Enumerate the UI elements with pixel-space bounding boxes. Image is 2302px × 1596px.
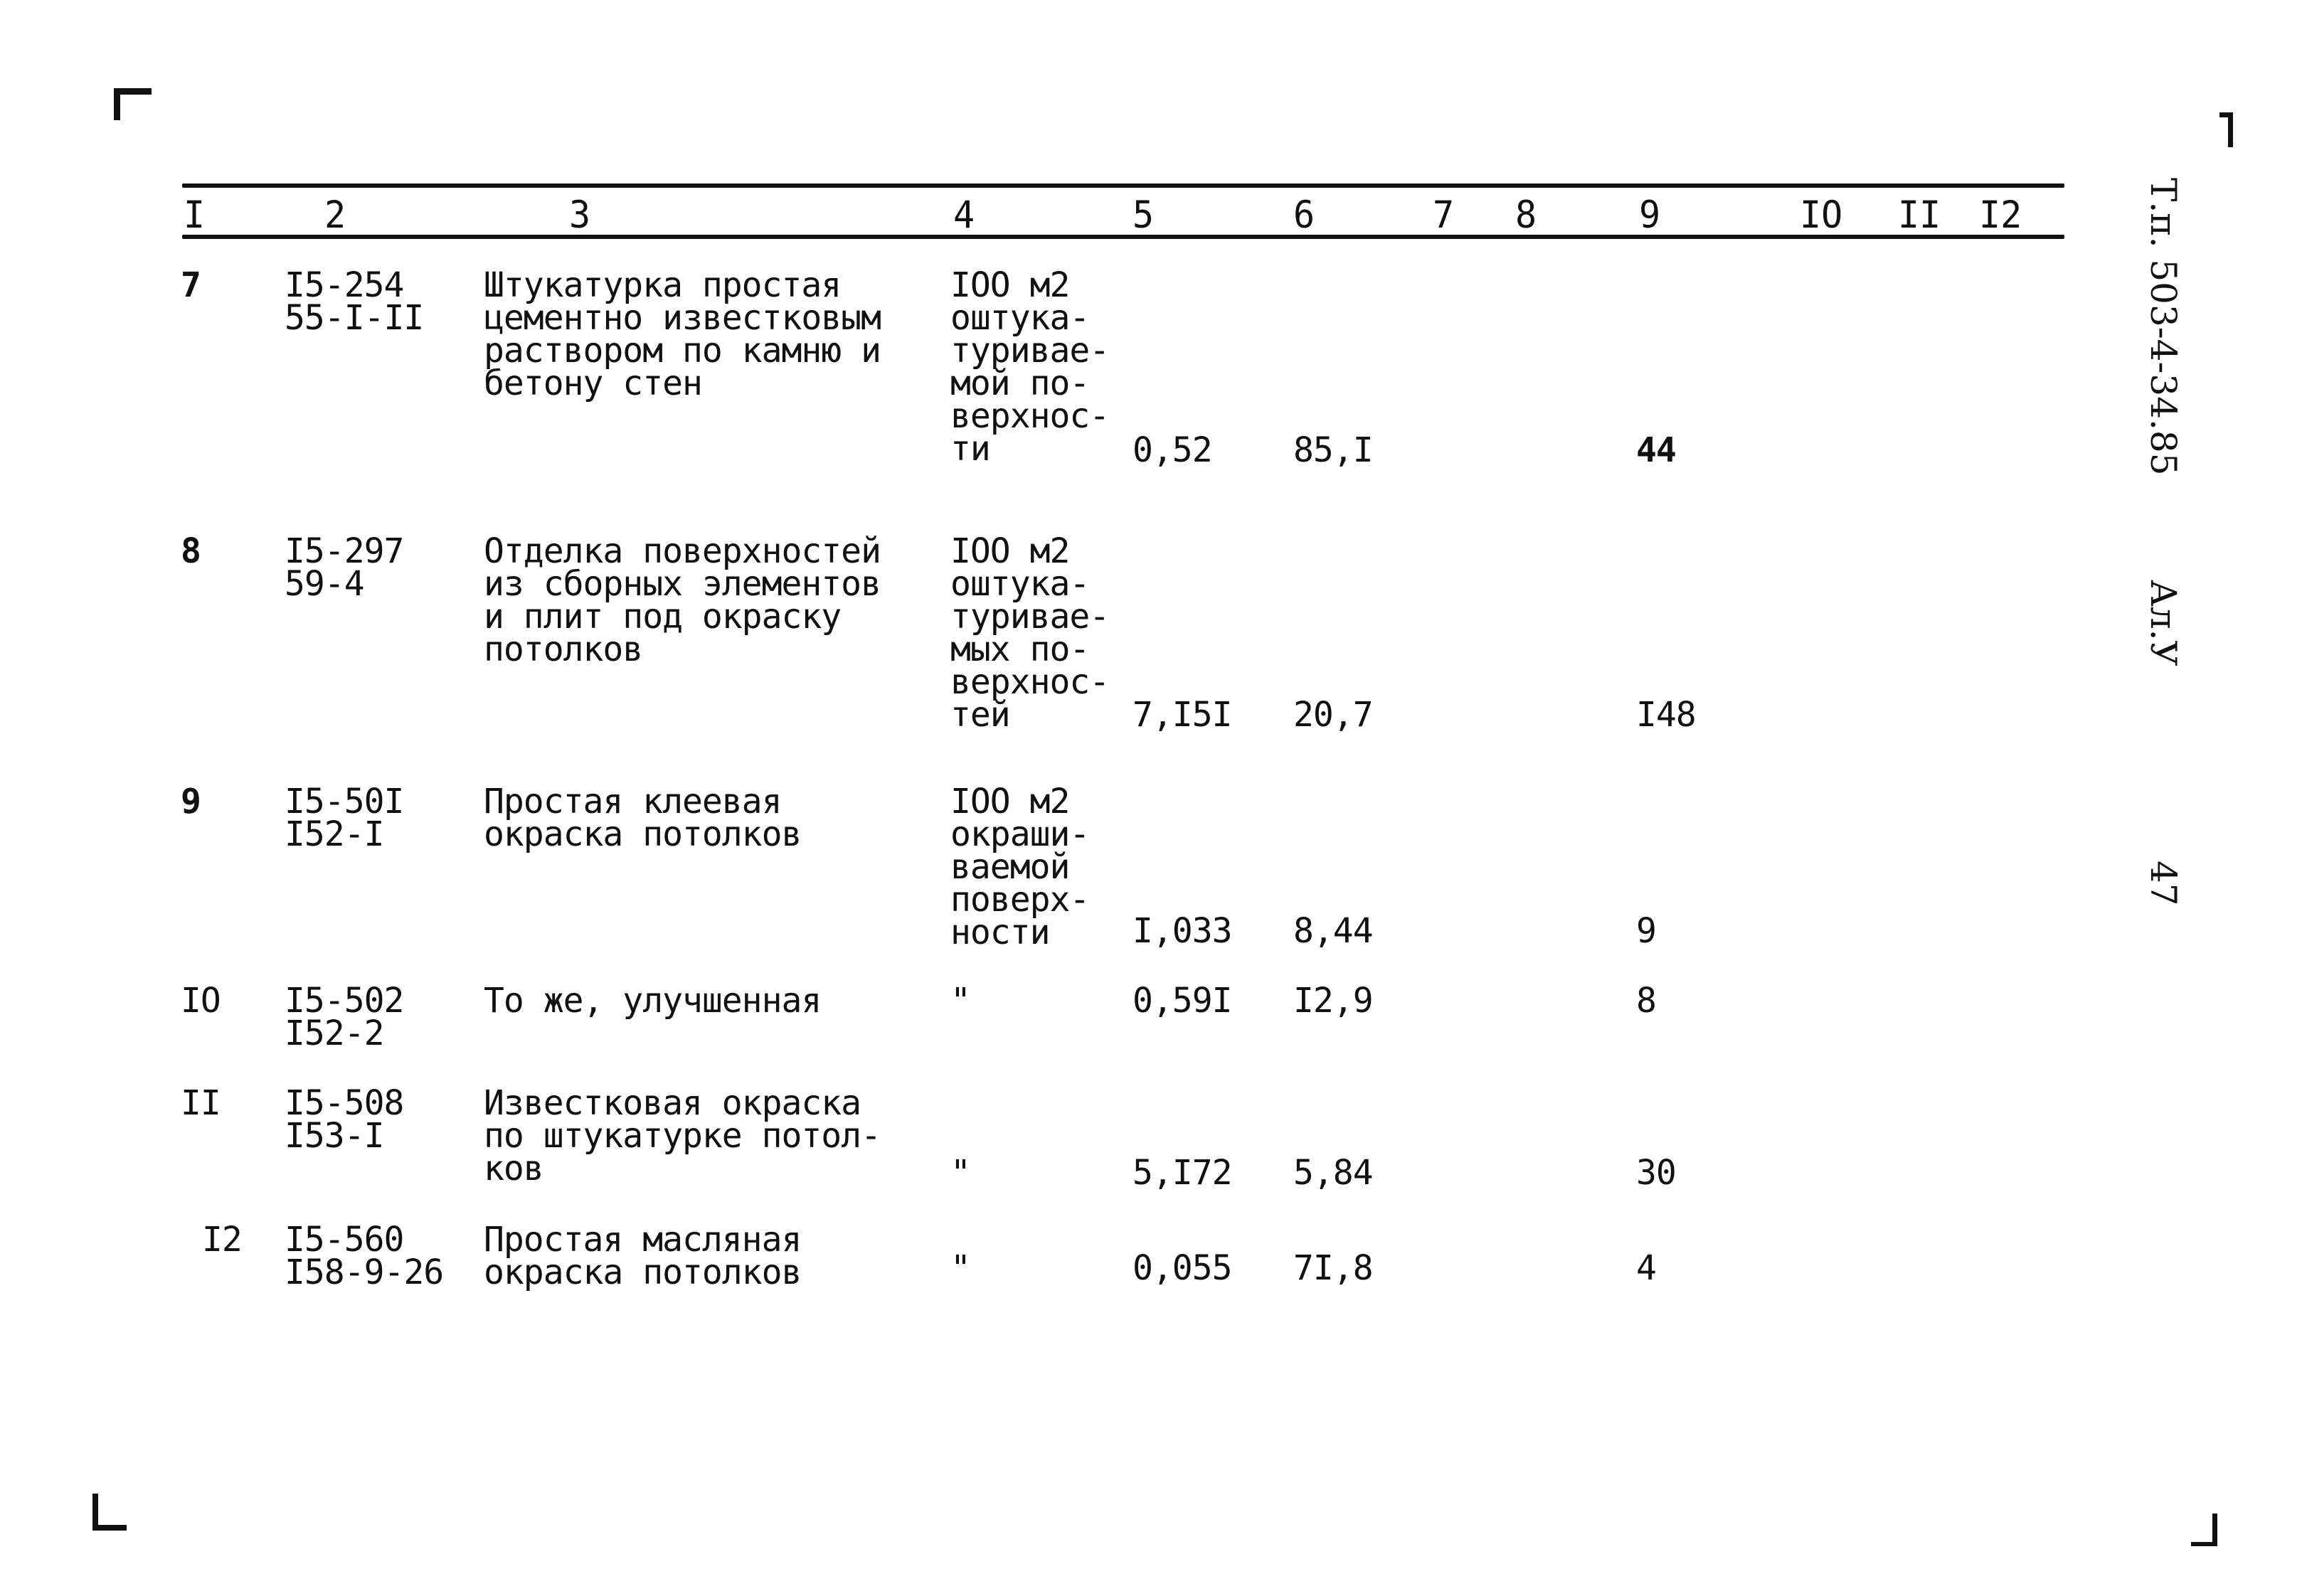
row-unit-line: туривае- <box>950 597 1110 637</box>
row-description-line: и плит под окраску <box>484 597 842 637</box>
row-unit-line: IOO м2 <box>950 531 1070 571</box>
column-header-10: IO <box>1800 193 1843 237</box>
row-description-line: цементно известковым <box>484 298 881 338</box>
row-code-line: 55-I-II <box>285 298 424 338</box>
row-col9-value: 30 <box>1636 1153 1677 1193</box>
row-unit-line: ности <box>950 913 1050 952</box>
corner-mark-bottom-left <box>92 1494 127 1531</box>
row-code-line: I52-2 <box>285 1014 384 1053</box>
page-number: 47 <box>2143 861 2184 906</box>
row-description-line: Известковая окраска <box>484 1083 861 1123</box>
row-code-line: I5-50I <box>285 782 404 821</box>
row-unit-line: ти <box>950 429 991 469</box>
row-description-line: Отделка поверхностей <box>484 531 881 571</box>
column-header-9: 9 <box>1639 193 1661 237</box>
column-header-12: I2 <box>1979 193 2022 237</box>
row-number: II <box>181 1083 221 1123</box>
header-rule-bottom <box>182 235 2064 239</box>
row-unit-line: мых по- <box>950 629 1090 669</box>
row-description-line: из сборных элементов <box>484 564 881 604</box>
column-header-2: 2 <box>324 193 346 237</box>
row-code-line: I52-I <box>285 814 384 854</box>
row-number: 9 <box>181 782 201 821</box>
row-code-line: I5-508 <box>285 1083 404 1123</box>
row-unit-line: IOO м2 <box>950 265 1070 305</box>
row-col5-value: I,033 <box>1133 911 1232 951</box>
row-description-line: бетону стен <box>484 363 703 403</box>
album-label: Ал.У <box>2143 580 2184 666</box>
row-code-line: I5-254 <box>285 265 404 305</box>
row-unit-line: ваемой <box>950 847 1070 887</box>
row-col6-value: I2,9 <box>1293 981 1374 1021</box>
row-code-line: I5-297 <box>285 531 404 571</box>
corner-mark-bottom-right <box>2191 1513 2217 1546</box>
header-rule-top <box>182 183 2064 188</box>
document-code-label: Т.п. 503-4-34.85 <box>2143 178 2184 476</box>
row-description-line: раствором по камню и <box>484 331 881 371</box>
row-number: I2 <box>202 1220 243 1260</box>
row-unit-ditto: " <box>950 1153 971 1193</box>
row-number: IO <box>181 981 221 1021</box>
column-header-3: 3 <box>569 193 591 237</box>
row-description-line: окраска потолков <box>484 1252 802 1292</box>
column-header-6: 6 <box>1293 193 1315 237</box>
row-unit-line: верхнос- <box>950 662 1110 702</box>
row-col9-value: 4 <box>1636 1248 1657 1288</box>
row-unit-ditto: " <box>950 981 971 1021</box>
row-col9-value: 8 <box>1636 981 1657 1021</box>
row-col6-value: 85,I <box>1293 430 1374 470</box>
column-header-11: II <box>1898 193 1941 237</box>
row-code-line: 59-4 <box>285 564 365 604</box>
row-description-line: Простая клеевая <box>484 782 782 821</box>
row-code-line: I5-502 <box>285 981 404 1021</box>
row-col6-value: 20,7 <box>1293 695 1374 735</box>
row-code-line: I5-560 <box>285 1220 404 1260</box>
row-code-line: I53-I <box>285 1116 384 1156</box>
column-header-7: 7 <box>1433 193 1455 237</box>
corner-mark-top-right <box>2219 112 2233 147</box>
row-col6-value: 5,84 <box>1293 1153 1374 1193</box>
row-col9-value: 9 <box>1636 911 1657 951</box>
column-header-4: 4 <box>953 193 975 237</box>
row-unit-line: тей <box>950 695 1011 735</box>
row-description-line: Штукатурка простая <box>484 265 842 305</box>
row-col6-value: 8,44 <box>1293 911 1374 951</box>
row-col5-value: 5,I72 <box>1133 1153 1232 1193</box>
row-unit-line: оштука- <box>950 564 1090 604</box>
row-description-line: Простая масляная <box>484 1220 802 1260</box>
row-description-line: потолков <box>484 629 643 669</box>
row-unit-line: мой по- <box>950 363 1090 403</box>
row-col5-value: 0,52 <box>1133 430 1213 470</box>
row-unit-line: туривае- <box>950 331 1110 371</box>
row-unit-ditto: " <box>950 1248 971 1288</box>
column-header-8: 8 <box>1515 193 1537 237</box>
row-col5-value: 0,055 <box>1133 1248 1232 1288</box>
row-description-line: окраска потолков <box>484 814 802 854</box>
column-header-5: 5 <box>1133 193 1155 237</box>
row-unit-line: IOO м2 <box>950 782 1070 821</box>
row-col9-value: 44 <box>1636 430 1677 470</box>
row-unit-line: оштука- <box>950 298 1090 338</box>
row-description-line: по штукатурке потол- <box>484 1116 881 1156</box>
row-description-line: ков <box>484 1149 544 1188</box>
row-unit-line: окраши- <box>950 814 1090 854</box>
row-unit-line: верхнос- <box>950 396 1110 436</box>
row-unit-line: поверх- <box>950 880 1090 920</box>
row-code-line: I58-9-26 <box>285 1252 444 1292</box>
row-col5-value: 0,59I <box>1133 981 1232 1021</box>
row-col9-value: I48 <box>1636 695 1697 735</box>
row-col5-value: 7,I5I <box>1133 695 1232 735</box>
column-header-1: I <box>184 193 206 237</box>
row-number: 7 <box>181 265 201 305</box>
row-col6-value: 7I,8 <box>1293 1248 1374 1288</box>
row-description-line: То же, улучшенная <box>484 981 822 1021</box>
corner-mark-top-left <box>114 88 152 120</box>
row-number: 8 <box>181 531 201 571</box>
